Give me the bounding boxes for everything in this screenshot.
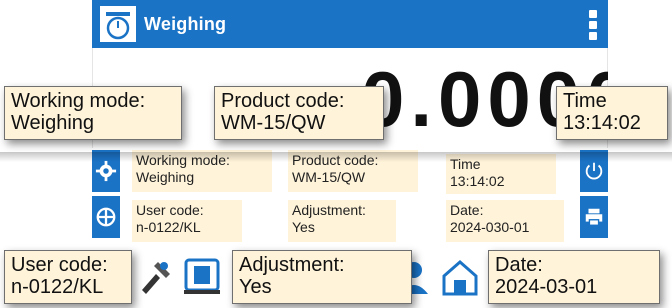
date-callout: Date: 2024-03-01 (488, 250, 660, 304)
working-mode-callout-value: Weighing (11, 112, 95, 134)
date-value: 2024-030-01 (450, 219, 530, 235)
adjustment-label: Adjustment: (292, 202, 366, 218)
adjustment-field: Adjustment: Yes (288, 200, 396, 242)
adjustment-callout-value: Yes (239, 276, 272, 298)
working-mode-callout: Working mode: Weighing (4, 86, 182, 140)
tools-icon[interactable] (134, 254, 178, 298)
product-code-value: WM-15/QW (292, 169, 366, 185)
product-code-callout-value: WM-15/QW (221, 112, 326, 134)
working-mode-callout-label: Working mode: (11, 90, 146, 112)
time-callout-value: 13:14:02 (563, 112, 641, 134)
user-code-callout-label: User code: (11, 254, 108, 276)
window-title: Weighing (144, 14, 227, 34)
info-panel: Working mode: Weighing Product code: WM-… (92, 148, 608, 246)
home-icon[interactable] (438, 254, 482, 298)
user-code-label: User code: (136, 202, 204, 218)
date-label: Date: (450, 202, 484, 218)
adjustment-value: Yes (292, 219, 315, 235)
product-code-callout: Product code: WM-15/QW (214, 86, 384, 140)
time-callout-label: Time (563, 90, 607, 112)
date-callout-value: 2024-03-01 (495, 276, 598, 298)
level-icon[interactable] (92, 196, 120, 238)
callout-shadow (0, 152, 672, 162)
date-field: Date: 2024-030-01 (446, 200, 564, 242)
title-bar: Weighing (92, 0, 608, 48)
product-code-callout-label: Product code: (221, 90, 345, 112)
adjustment-callout-label: Adjustment: (239, 254, 345, 276)
tare-icon[interactable] (180, 254, 224, 298)
time-callout: Time 13:14:02 (556, 86, 668, 140)
user-code-callout: User code: n-0122/KL (4, 250, 132, 304)
printer-icon[interactable] (580, 196, 608, 238)
user-code-field: User code: n-0122/KL (132, 200, 242, 242)
user-code-value: n-0122/KL (136, 219, 201, 235)
vertical-dots-icon[interactable] (588, 10, 598, 40)
working-mode-value: Weighing (136, 169, 195, 185)
user-code-callout-value: n-0122/KL (11, 276, 104, 298)
date-callout-label: Date: (495, 254, 543, 276)
scale-icon (100, 6, 136, 42)
adjustment-callout: Adjustment: Yes (232, 250, 412, 304)
time-value: 13:14:02 (450, 173, 505, 189)
